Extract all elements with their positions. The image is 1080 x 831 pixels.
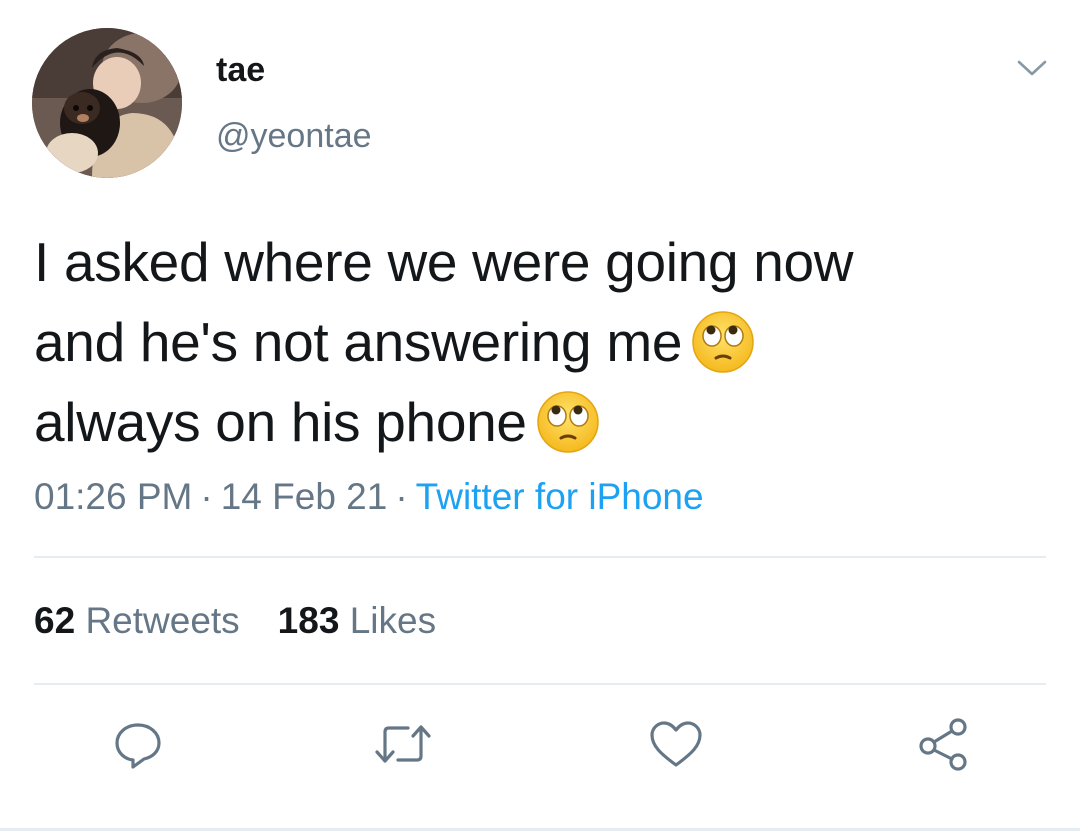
likes-stat[interactable]: 183 Likes xyxy=(278,598,436,644)
profile-photo xyxy=(32,28,182,178)
tweet-menu-button[interactable] xyxy=(1012,52,1052,84)
retweets-count: 62 xyxy=(34,600,76,641)
retweet-icon xyxy=(375,725,431,763)
reply-icon xyxy=(115,723,161,769)
action-bar xyxy=(0,712,1080,782)
avatar[interactable] xyxy=(32,28,182,178)
like-button[interactable] xyxy=(644,712,708,776)
meta-separator: · xyxy=(200,476,213,517)
face-with-rolling-eyes-icon xyxy=(535,389,601,455)
divider xyxy=(34,683,1046,685)
tweet-time: 01:26 PM xyxy=(34,476,193,517)
reply-button[interactable] xyxy=(106,712,170,776)
display-name[interactable]: tae xyxy=(216,50,265,90)
tweet-text-line: and he's not answering me xyxy=(34,302,1044,382)
user-handle[interactable]: @yeontae xyxy=(216,116,372,156)
retweets-label: Retweets xyxy=(85,600,240,641)
tweet-date: 14 Feb 21 xyxy=(220,476,388,517)
tweet-stats: 62 Retweets 183 Likes xyxy=(34,598,436,644)
tweet-metadata: 01:26 PM · 14 Feb 21 · Twitter for iPhone xyxy=(34,474,704,520)
heart-icon xyxy=(650,721,702,767)
tweet-detail: tae @yeontae I asked where we were going… xyxy=(0,0,1080,831)
chevron-down-icon xyxy=(1017,60,1047,76)
divider xyxy=(34,556,1046,558)
retweets-stat[interactable]: 62 Retweets xyxy=(34,598,240,644)
meta-separator: · xyxy=(395,476,408,517)
tweet-text-line: I asked where we were going now xyxy=(34,231,854,293)
retweet-button[interactable] xyxy=(371,712,435,776)
likes-count: 183 xyxy=(277,600,340,641)
likes-label: Likes xyxy=(349,600,437,641)
tweet-text: I asked where we were going now and he's… xyxy=(34,222,1044,462)
tweet-source-link[interactable]: Twitter for iPhone xyxy=(416,476,704,517)
share-button[interactable] xyxy=(912,712,976,776)
share-icon xyxy=(919,718,967,771)
tweet-text-line: always on his phone xyxy=(34,382,1044,462)
face-with-rolling-eyes-icon xyxy=(690,309,756,375)
